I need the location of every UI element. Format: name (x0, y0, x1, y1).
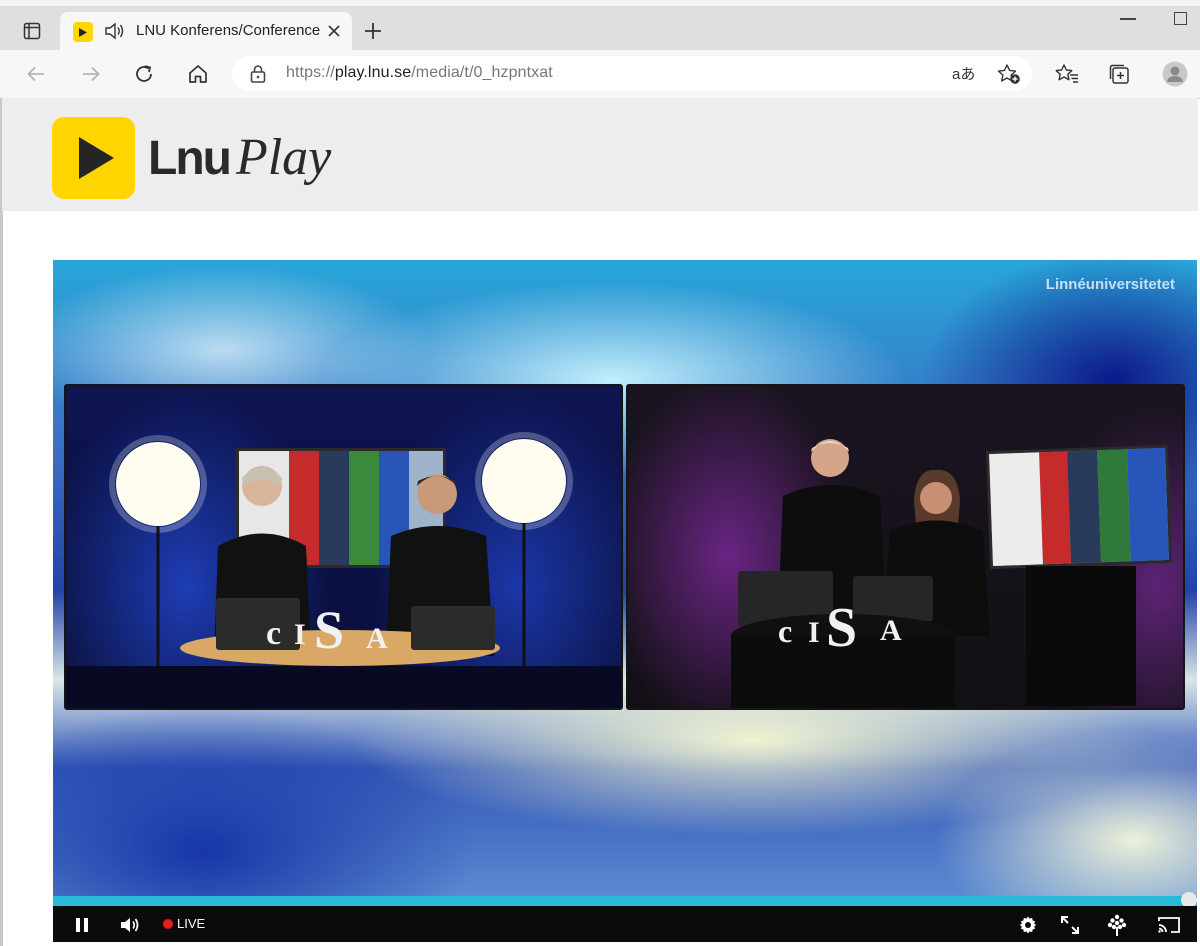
logo-text-lnu: Lnu (148, 132, 232, 185)
progress-bar[interactable] (53, 896, 1197, 906)
site-logo-text[interactable]: Lnu Play (148, 128, 331, 198)
back-icon[interactable] (24, 62, 48, 86)
player-controls: LIVE (53, 906, 1197, 942)
address-bar[interactable]: https://play.lnu.se/media/t/0_hzpntxat a… (232, 56, 1032, 91)
cast-icon[interactable] (1157, 914, 1181, 936)
profile-icon[interactable] (1162, 61, 1188, 87)
maximize-icon[interactable] (1174, 12, 1187, 25)
live-indicator[interactable]: LIVE (163, 916, 205, 931)
studio-camera-right: c I S A (626, 384, 1185, 710)
url-text[interactable]: https://play.lnu.se/media/t/0_hzpntxat (286, 64, 553, 82)
svg-text:I: I (808, 616, 820, 649)
plus-icon[interactable] (362, 20, 384, 42)
browser-tab[interactable]: LNU Konferens/Conference (60, 12, 352, 50)
svg-text:A: A (880, 614, 902, 647)
studio-camera-left: c I S A (64, 384, 623, 710)
tab-title: LNU Konferens/Conference (136, 22, 321, 39)
logo-text-play: Play (235, 129, 332, 186)
svg-text:c: c (266, 615, 281, 652)
lnu-tree-icon[interactable] (1105, 914, 1129, 936)
svg-text:S: S (826, 597, 857, 659)
url-host: play.lnu.se (334, 64, 412, 81)
pause-icon[interactable] (71, 914, 93, 936)
live-dot-icon (163, 918, 173, 929)
tab-bar: LNU Konferens/Conference (0, 0, 1200, 50)
close-icon[interactable] (326, 23, 342, 39)
video-player[interactable]: Linnéuniversitetet c I S A c I S A LIVE (53, 260, 1197, 942)
collections-icon[interactable] (1108, 62, 1132, 86)
speaker-icon[interactable] (104, 21, 126, 46)
broadcast-watermark: Linnéuniversitetet (1045, 276, 1175, 293)
volume-icon[interactable] (119, 914, 141, 936)
url-path: /media/t/0_hzpntxat (411, 64, 553, 81)
svg-text:A: A (366, 622, 388, 655)
svg-text:S: S (314, 600, 344, 660)
window-title-strip (0, 0, 1200, 6)
url-prefix: https:// (286, 64, 335, 81)
browser-toolbar: https://play.lnu.se/media/t/0_hzpntxat a… (0, 50, 1200, 99)
svg-text:c: c (778, 613, 792, 649)
live-label: LIVE (177, 916, 206, 931)
refresh-icon[interactable] (132, 62, 156, 86)
home-icon[interactable] (186, 62, 210, 86)
fullscreen-icon[interactable] (1059, 914, 1081, 936)
add-favorite-icon[interactable] (997, 63, 1021, 90)
lnuplay-favicon (73, 22, 93, 42)
lnuplay-logo-icon[interactable] (52, 117, 135, 199)
lock-icon[interactable] (249, 64, 267, 89)
minimize-icon[interactable] (1120, 18, 1136, 20)
svg-text:I: I (294, 618, 306, 651)
forward-icon[interactable] (79, 62, 103, 86)
read-aloud-icon[interactable]: aあ (952, 63, 975, 84)
favorites-icon[interactable] (1055, 62, 1079, 86)
settings-gear-icon[interactable] (1017, 914, 1039, 936)
window-edge (0, 98, 3, 946)
tab-actions-icon[interactable] (14, 16, 50, 46)
